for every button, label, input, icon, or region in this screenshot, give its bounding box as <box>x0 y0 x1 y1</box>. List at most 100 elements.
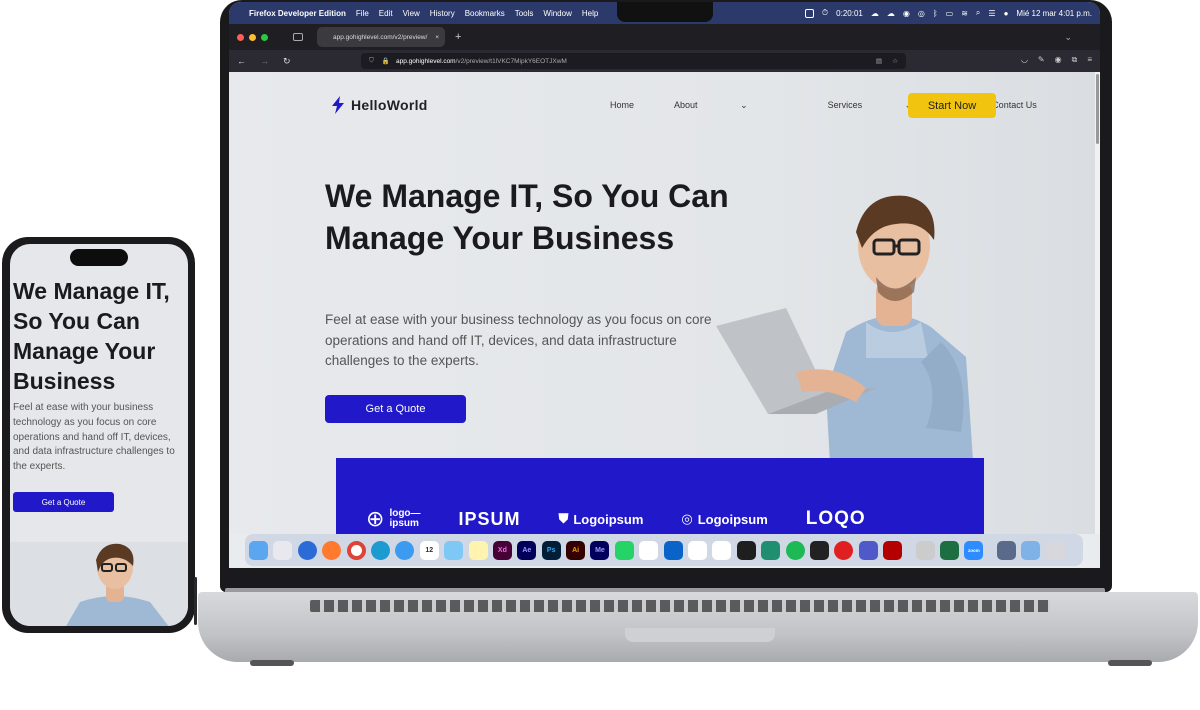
reader-view-icon[interactable]: ▤ <box>876 57 882 65</box>
pdf-reader-icon[interactable] <box>834 540 854 560</box>
chrome-icon[interactable] <box>346 540 366 560</box>
menubar-status-area: ⏱ 0:20:01 ☁ ☁ ◉ ◎ ᛒ ▭ ≋ ⌕ ☰ ● Mié 12 mar… <box>804 2 1092 24</box>
figma-icon[interactable] <box>736 540 756 560</box>
launchpad-icon[interactable] <box>273 540 293 560</box>
outlook-icon[interactable] <box>663 540 683 560</box>
trash-icon[interactable] <box>1045 540 1065 560</box>
pocket-icon[interactable]: ◡ <box>1021 55 1028 65</box>
tab-overview-icon[interactable] <box>293 33 303 41</box>
spotify-icon[interactable] <box>785 540 805 560</box>
menubar-clock[interactable]: Mié 12 mar 4:01 p.m. <box>1016 9 1092 18</box>
cloud-sync-icon[interactable]: ☁ <box>887 9 895 18</box>
whatsapp-icon[interactable] <box>614 540 634 560</box>
battery-icon[interactable]: ▭ <box>946 9 954 18</box>
menu-edit[interactable]: Edit <box>379 9 393 18</box>
website-viewport: HelloWorld Home About ⌄ Services ⌄ Conta… <box>229 72 1095 534</box>
photoshop-icon[interactable]: Ps <box>541 540 561 560</box>
devtools-wrench-icon[interactable]: ✎ <box>1038 55 1045 65</box>
excel-icon[interactable] <box>939 540 959 560</box>
nav-contact-link[interactable]: Contact Us <box>992 100 1037 111</box>
partner-logo-3-text: Logoipsum <box>573 511 644 527</box>
timer-readout[interactable]: 0:20:01 <box>836 9 863 18</box>
timer-icon[interactable]: ⏱ <box>822 8 828 18</box>
nav-home-link[interactable]: Home <box>610 100 634 111</box>
partner-logo-1: ⊕ logo— ipsum <box>366 506 421 532</box>
menu-help[interactable]: Help <box>582 9 598 18</box>
surfshark-icon[interactable] <box>761 540 781 560</box>
app-menu-icon[interactable]: ≡ <box>1087 55 1092 65</box>
get-quote-button[interactable]: Get a Quote <box>325 395 466 423</box>
stage-manager-icon[interactable] <box>804 8 814 18</box>
adobe-xd-icon[interactable]: Xd <box>492 540 512 560</box>
macos-dock: 12 Xd Ae Ps Ai Me zoom <box>245 534 1083 566</box>
extensions-icon[interactable]: ⧉ <box>1072 55 1078 65</box>
teams-icon[interactable] <box>858 540 878 560</box>
vpn-icon[interactable]: ◎ <box>918 9 925 18</box>
bluetooth-icon[interactable]: ᛒ <box>933 9 938 18</box>
url-input[interactable]: ⛉ 🔒 app.gohighlevel.com /v2/preview/t1lV… <box>361 53 906 69</box>
safari-icon[interactable] <box>395 540 415 560</box>
control-center-icon[interactable]: ☰ <box>988 9 995 18</box>
forward-arrow-icon[interactable]: → <box>260 56 269 66</box>
downloads-stack-icon[interactable] <box>996 540 1016 560</box>
account-icon[interactable]: ◉ <box>1055 55 1062 65</box>
tab-list-chevron-icon[interactable]: ⌄ <box>1064 32 1072 43</box>
back-arrow-icon[interactable]: ← <box>237 56 246 66</box>
browser-tab-active[interactable]: app.gohighlevel.com/v2/preview/ × <box>317 27 445 47</box>
chrome-status-icon[interactable]: ◉ <box>903 9 910 18</box>
hero-description: Feel at ease with your business technolo… <box>325 312 712 368</box>
phone-get-quote-button[interactable]: Get a Quote <box>13 492 114 512</box>
page-scrollbar[interactable] <box>1095 72 1100 534</box>
tab-close-icon[interactable]: × <box>435 34 439 41</box>
evernote-icon[interactable] <box>639 540 659 560</box>
site-logo[interactable]: HelloWorld <box>331 96 428 114</box>
calendar-icon[interactable]: 12 <box>419 540 439 560</box>
lock-icon[interactable]: 🔒 <box>382 57 390 65</box>
start-now-button[interactable]: Start Now <box>908 93 996 118</box>
edge-icon[interactable] <box>370 540 390 560</box>
clickup-icon[interactable] <box>712 540 732 560</box>
slack-icon[interactable] <box>688 540 708 560</box>
partner-logo-2: IPSUM <box>458 508 521 529</box>
menu-bookmarks[interactable]: Bookmarks <box>465 9 505 18</box>
shield-icon[interactable]: ⛉ <box>369 57 374 65</box>
menu-history[interactable]: History <box>430 9 455 18</box>
reload-icon[interactable]: ↻ <box>283 56 291 67</box>
screen-notch <box>617 2 713 22</box>
siri-icon[interactable]: ● <box>1004 9 1009 18</box>
zoom-icon[interactable]: zoom <box>964 540 984 560</box>
firefox-icon[interactable] <box>322 540 342 560</box>
cloud-icon[interactable]: ☁ <box>871 9 879 18</box>
nav-about-link[interactable]: About ⌄ <box>674 100 788 111</box>
new-tab-button[interactable]: + <box>455 31 461 43</box>
filezilla-icon[interactable] <box>883 540 903 560</box>
font-book-icon[interactable] <box>915 540 935 560</box>
notes-icon[interactable] <box>468 540 488 560</box>
sublime-icon[interactable] <box>809 540 829 560</box>
menu-view[interactable]: View <box>403 9 420 18</box>
window-minimize-button[interactable] <box>249 33 256 41</box>
finder-icon[interactable] <box>249 540 268 560</box>
laptop-screen: Firefox Developer Edition File Edit View… <box>229 2 1100 568</box>
menu-file[interactable]: File <box>356 9 369 18</box>
laptop-keyboard <box>310 600 1050 612</box>
menu-window[interactable]: Window <box>543 9 571 18</box>
search-icon[interactable]: ⌕ <box>976 8 980 18</box>
illustrator-icon[interactable]: Ai <box>566 540 586 560</box>
mockup-stage: Firefox Developer Edition File Edit View… <box>0 0 1200 710</box>
weather-icon[interactable] <box>444 540 464 560</box>
macos-menubar: Firefox Developer Edition File Edit View… <box>229 2 1100 24</box>
menu-tools[interactable]: Tools <box>515 9 534 18</box>
firefox-dev-icon[interactable] <box>297 540 317 560</box>
scrollbar-thumb[interactable] <box>1096 74 1099 144</box>
menu-app-name[interactable]: Firefox Developer Edition <box>249 9 346 18</box>
applications-folder-icon[interactable] <box>1021 540 1041 560</box>
wifi-icon[interactable]: ≋ <box>961 9 968 18</box>
url-host: app.gohighlevel.com <box>395 57 456 65</box>
window-close-button[interactable] <box>237 33 244 41</box>
bookmark-star-icon[interactable]: ☆ <box>892 57 898 65</box>
after-effects-icon[interactable]: Ae <box>517 540 537 560</box>
media-encoder-icon[interactable]: Me <box>590 540 610 560</box>
phone-man-image <box>66 543 169 626</box>
window-zoom-button[interactable] <box>261 33 268 41</box>
